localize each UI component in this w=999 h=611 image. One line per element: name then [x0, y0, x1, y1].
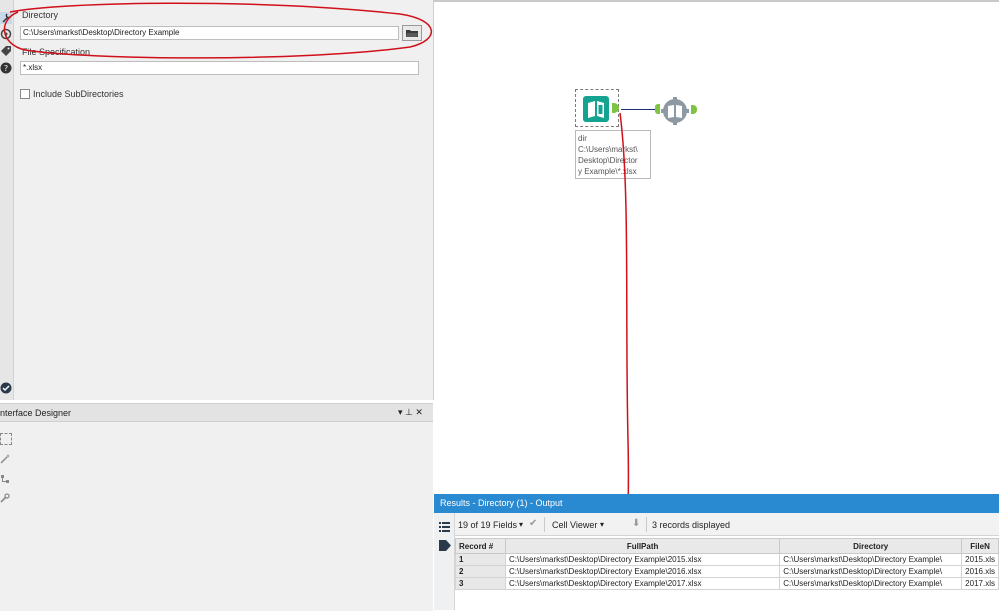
sort-icon[interactable]: ⬇ — [632, 518, 640, 529]
list-view-icon[interactable] — [439, 522, 450, 532]
dynamic-input-tool-icon[interactable] — [661, 97, 689, 125]
cell-filename[interactable]: 2016.xls — [961, 565, 999, 578]
results-panel: Results - Directory (1) - Output 19 of 1… — [434, 494, 999, 610]
column-header-record[interactable]: Record # — [455, 538, 506, 554]
workflow-canvas[interactable]: dir C:\Users\markst\ Desktop\Director y … — [434, 0, 999, 494]
help-icon[interactable]: ? — [0, 62, 12, 74]
file-spec-input[interactable]: *.xlsx — [20, 61, 419, 75]
chevron-down-icon[interactable]: ▾ — [600, 520, 604, 529]
results-title: Results - Directory (1) - Output — [434, 494, 999, 513]
cell-fullpath[interactable]: C:\Users\markst\Desktop\Directory Exampl… — [504, 565, 781, 578]
record-number: 2 — [455, 565, 506, 578]
table-header-row: Record # FullPath Directory FileN — [455, 538, 999, 554]
results-toolbar: 19 of 19 Fields ▾ ✔ Cell Viewer ▾ ⬇ 3 re… — [434, 513, 999, 536]
cell-filename[interactable]: 2017.xls — [961, 577, 999, 590]
column-header-fullpath[interactable]: FullPath — [504, 538, 781, 554]
toolbar-divider — [544, 517, 545, 532]
checkmark-icon[interactable]: ✔ — [529, 518, 537, 529]
interface-designer-panel: nterface Designer ▾ ⊥ ✕ — [0, 403, 433, 611]
output-anchor-icon[interactable] — [691, 105, 697, 114]
cell-directory[interactable]: C:\Users\markst\Desktop\Directory Exampl… — [779, 577, 963, 590]
results-side-strip — [434, 513, 455, 610]
column-header-directory[interactable]: Directory — [779, 538, 963, 554]
record-number: 1 — [455, 553, 506, 566]
fields-selector[interactable]: 19 of 19 Fields — [458, 520, 517, 530]
interface-designer-header: nterface Designer ▾ ⊥ ✕ — [0, 404, 433, 422]
include-subdirectories-label: Include SubDirectories — [33, 89, 124, 99]
table-row[interactable]: 3 C:\Users\markst\Desktop\Directory Exam… — [455, 577, 999, 590]
layout-icon[interactable] — [0, 433, 12, 445]
records-count: 3 records displayed — [652, 520, 731, 530]
tree-icon[interactable] — [0, 474, 10, 484]
cell-directory[interactable]: C:\Users\markst\Desktop\Directory Exampl… — [779, 565, 963, 578]
table-row[interactable]: 2 C:\Users\markst\Desktop\Directory Exam… — [455, 565, 999, 578]
svg-text:?: ? — [4, 64, 8, 73]
cell-viewer-selector[interactable]: Cell Viewer — [552, 520, 597, 530]
cell-fullpath[interactable]: C:\Users\markst\Desktop\Directory Exampl… — [504, 553, 781, 566]
wrench-icon[interactable] — [0, 493, 10, 503]
chevron-down-icon[interactable]: ▾ — [519, 520, 523, 529]
cell-fullpath[interactable]: C:\Users\markst\Desktop\Directory Exampl… — [504, 577, 781, 590]
record-number: 3 — [455, 577, 506, 590]
column-header-filename[interactable]: FileN — [961, 538, 999, 554]
configuration-panel: ? Directory C:\Users\markst\Desktop\Dire… — [0, 0, 434, 400]
table-row[interactable]: 1 C:\Users\markst\Desktop\Directory Exam… — [455, 553, 999, 566]
validate-check-icon — [0, 382, 12, 394]
cell-filename[interactable]: 2015.xls — [961, 553, 999, 566]
magic-wand-icon[interactable] — [0, 454, 10, 464]
annotation-oval — [3, 2, 432, 59]
tag-view-icon[interactable] — [439, 540, 451, 551]
input-anchor-icon[interactable] — [655, 104, 660, 114]
include-subdirectories-checkbox[interactable] — [20, 89, 30, 99]
interface-designer-title: nterface Designer — [0, 408, 72, 418]
annotation-arrow — [603, 112, 636, 536]
toolbar-divider — [646, 517, 647, 532]
config-icon-strip: ? — [0, 0, 14, 400]
results-table: Record # FullPath Directory FileN 1 C:\U… — [455, 538, 999, 590]
cell-directory[interactable]: C:\Users\markst\Desktop\Directory Exampl… — [779, 553, 963, 566]
panel-controls-icon[interactable]: ▾ ⊥ ✕ — [398, 407, 423, 418]
